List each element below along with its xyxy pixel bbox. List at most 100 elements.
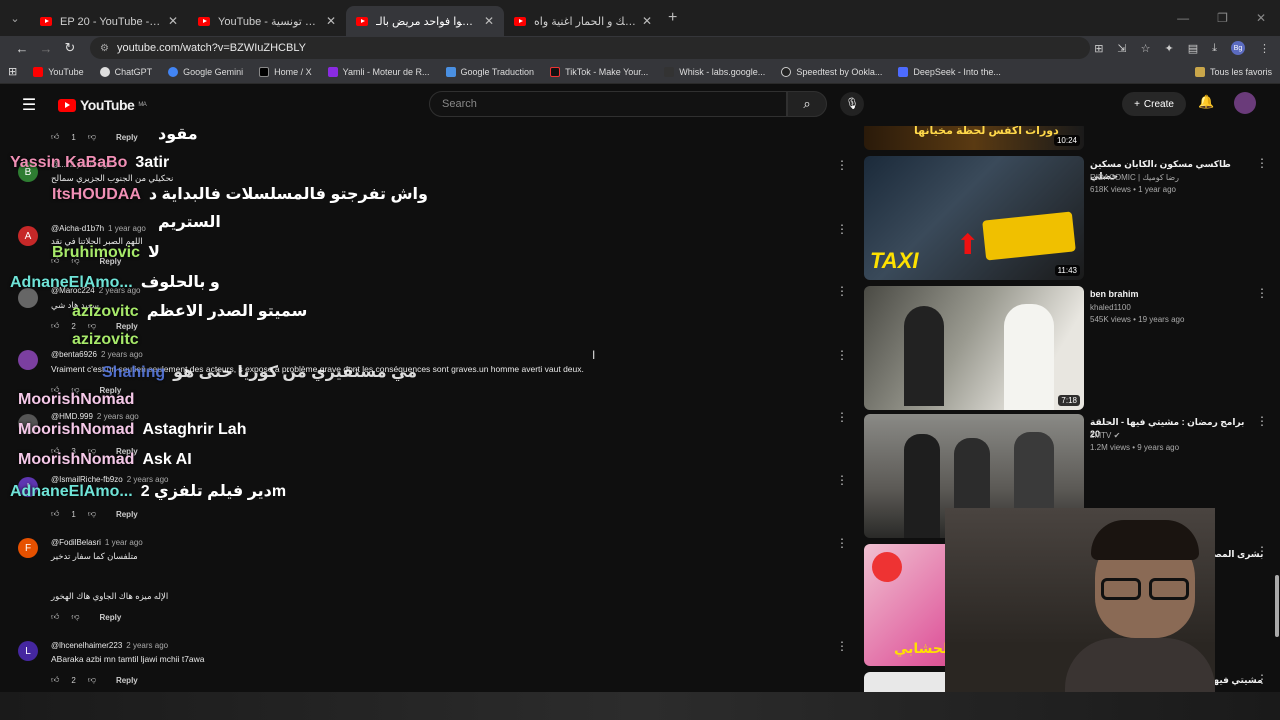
chat-overlay-line: azizovitc	[72, 331, 147, 349]
video-channel[interactable]: 2MTV ✔	[1090, 430, 1260, 442]
browser-tab-2[interactable]: YouTube - كاميرة خفية تونسية ✕	[188, 6, 346, 36]
close-tab-icon[interactable]: ✕	[326, 14, 336, 28]
comment-more-icon[interactable]: ⋮	[836, 473, 848, 487]
comment-more-icon[interactable]: ⋮	[836, 536, 848, 550]
bookmark-star-icon[interactable]: ☆	[1141, 42, 1151, 55]
bookmark-deepseek[interactable]: DeepSeek - Into the...	[898, 66, 1001, 77]
search-button[interactable]: ⌕	[787, 91, 827, 117]
bookmark-x[interactable]: Home / X	[259, 66, 312, 77]
comment-more-icon[interactable]: ⋮	[836, 348, 848, 362]
comment-more-icon[interactable]: ⋮	[836, 158, 848, 172]
close-tab-icon[interactable]: ✕	[642, 14, 652, 28]
forward-arrow-icon[interactable]: →	[34, 41, 58, 56]
chatgpt-icon	[99, 66, 110, 77]
like-icon[interactable]: 👍︎	[51, 509, 59, 519]
profile-avatar[interactable]: Bg	[1231, 41, 1245, 55]
comment-handle[interactable]: @FodilBelasri 1 year ago	[51, 538, 143, 547]
dislike-icon[interactable]: 👎︎	[71, 612, 79, 622]
comment-avatar[interactable]: F	[18, 538, 38, 558]
like-icon[interactable]: 👍︎	[51, 132, 59, 142]
browser-tab-1[interactable]: EP 20 - YouTube - عش الطمع ✕	[30, 6, 188, 36]
video-more-icon[interactable]: ⋮	[1256, 414, 1268, 428]
restore-icon[interactable]: ❐	[1217, 11, 1228, 25]
browser-menu-icon[interactable]: ⋮	[1259, 42, 1270, 55]
dislike-icon[interactable]: 👎︎	[88, 509, 96, 519]
back-arrow-icon[interactable]: ←	[10, 41, 34, 56]
bookmark-translate[interactable]: Google Traduction	[445, 66, 534, 77]
minimize-icon[interactable]: —	[1177, 11, 1189, 25]
angry-emoji-icon	[872, 552, 902, 582]
comment-more-icon[interactable]: ⋮	[836, 284, 848, 298]
chat-overlay-line: الستريم	[158, 212, 221, 232]
comment-more-icon[interactable]: ⋮	[836, 639, 848, 653]
tab-search-icon[interactable]: ⌄	[0, 0, 30, 36]
bookmark-youtube[interactable]: YouTube	[33, 66, 84, 77]
translate-icon[interactable]: ⊞	[1094, 42, 1103, 55]
video-channel[interactable]: khaled1100	[1090, 302, 1260, 314]
reply-button[interactable]: Reply	[100, 613, 122, 622]
video-title[interactable]: ben brahim	[1090, 288, 1250, 300]
install-icon[interactable]: ⇲	[1117, 42, 1126, 55]
close-tab-icon[interactable]: ✕	[484, 14, 494, 28]
new-tab-icon[interactable]: +	[668, 9, 677, 27]
apps-grid-icon[interactable]: ⊞	[8, 65, 17, 78]
bookmark-yamli[interactable]: Yamli - Moteur de R...	[327, 66, 430, 77]
sidepanel-icon[interactable]: ▤	[1188, 42, 1198, 55]
comment-more-icon[interactable]: ⋮	[836, 410, 848, 424]
video-thumbnail[interactable]: TAXI ⬆ 11:43	[864, 156, 1084, 280]
dislike-icon[interactable]: 👎︎	[88, 675, 96, 685]
video-thumbnail[interactable]: 7:18	[864, 286, 1084, 410]
youtube-logo[interactable]: YouTube MA	[58, 97, 147, 113]
comment-avatar[interactable]	[18, 350, 38, 370]
close-tab-icon[interactable]: ✕	[168, 14, 178, 28]
account-avatar[interactable]	[1234, 92, 1256, 114]
like-count: 1	[71, 132, 76, 142]
browser-tab-3-active[interactable]: سمايل بو طاحوا فواحد مريض بالـ ✕	[346, 6, 504, 36]
comment-handle[interactable]: @lhcenelhaimer223 2 years ago	[51, 641, 168, 650]
bookmark-chatgpt[interactable]: ChatGPT	[99, 66, 152, 77]
create-button[interactable]: + Create	[1122, 92, 1186, 116]
video-more-icon[interactable]: ⋮	[1256, 672, 1268, 686]
bookmark-speedtest[interactable]: Speedtest by Ookla...	[781, 66, 882, 77]
bookmark-whisk[interactable]: Whisk - labs.google...	[664, 66, 765, 77]
dislike-icon[interactable]: 👎︎	[88, 321, 96, 331]
comment-avatar[interactable]: A	[18, 226, 38, 246]
dislike-icon[interactable]: 👎︎	[88, 132, 96, 142]
site-info-icon[interactable]: ⚙	[100, 43, 109, 54]
comment-avatar[interactable]: L	[18, 641, 38, 661]
url-omnibox[interactable]: ⚙ youtube.com/watch?v=BZWIuZHCBLY	[90, 37, 1090, 59]
notifications-bell-icon[interactable]: 🔔	[1198, 94, 1214, 110]
video-thumbnail[interactable]: دورات اكفس لحظة مخيانها 10:24	[864, 126, 1084, 150]
video-channel[interactable]: RIDACOMIC | رضا كوميك	[1090, 172, 1260, 184]
bookmark-tiktok[interactable]: TikTok - Make Your...	[550, 66, 648, 77]
extensions-icon[interactable]: ✦	[1165, 42, 1174, 55]
video-stats: 1.2M views • 9 years ago	[1090, 443, 1180, 452]
video-more-icon[interactable]: ⋮	[1256, 544, 1268, 558]
search-input[interactable]: Search	[429, 91, 787, 117]
comment-handle[interactable]: @HMD.999 2 years ago	[51, 412, 139, 421]
comment-handle[interactable]: @benta6926 2 years ago	[51, 350, 143, 359]
chat-overlay-line: Yassin KaBaBo 3atir	[10, 154, 169, 172]
reply-button[interactable]: Reply	[116, 676, 138, 685]
bookmark-gemini[interactable]: Google Gemini	[168, 66, 243, 77]
chat-message: 3atir	[135, 154, 170, 171]
like-icon[interactable]: 👍︎	[51, 612, 59, 622]
voice-search-mic-icon[interactable]: 🎙	[840, 92, 864, 116]
downloads-icon[interactable]: ⤓	[1212, 42, 1217, 55]
browser-tab-4[interactable]: ذكريات شريك و الحمار اغنية واه ✕	[504, 6, 662, 36]
hamburger-menu-icon[interactable]: ☰	[0, 95, 58, 115]
video-more-icon[interactable]: ⋮	[1256, 156, 1268, 170]
scrollbar-thumb[interactable]	[1275, 575, 1279, 637]
like-icon[interactable]: 👍︎	[51, 675, 59, 685]
reload-icon[interactable]: ↻	[58, 40, 82, 56]
reply-button[interactable]: Reply	[116, 510, 138, 519]
video-more-icon[interactable]: ⋮	[1256, 286, 1268, 300]
reply-button[interactable]: Reply	[116, 322, 138, 331]
close-window-icon[interactable]: ✕	[1256, 11, 1266, 25]
bottom-strip	[0, 692, 1280, 720]
like-icon[interactable]: 👍︎	[51, 321, 59, 331]
all-bookmarks[interactable]: Tous les favoris	[1194, 66, 1272, 77]
comment-handle[interactable]: @Aicha-d1b7h 1 year ago	[51, 224, 146, 233]
reply-button[interactable]: Reply	[116, 133, 138, 142]
comment-more-icon[interactable]: ⋮	[836, 222, 848, 236]
